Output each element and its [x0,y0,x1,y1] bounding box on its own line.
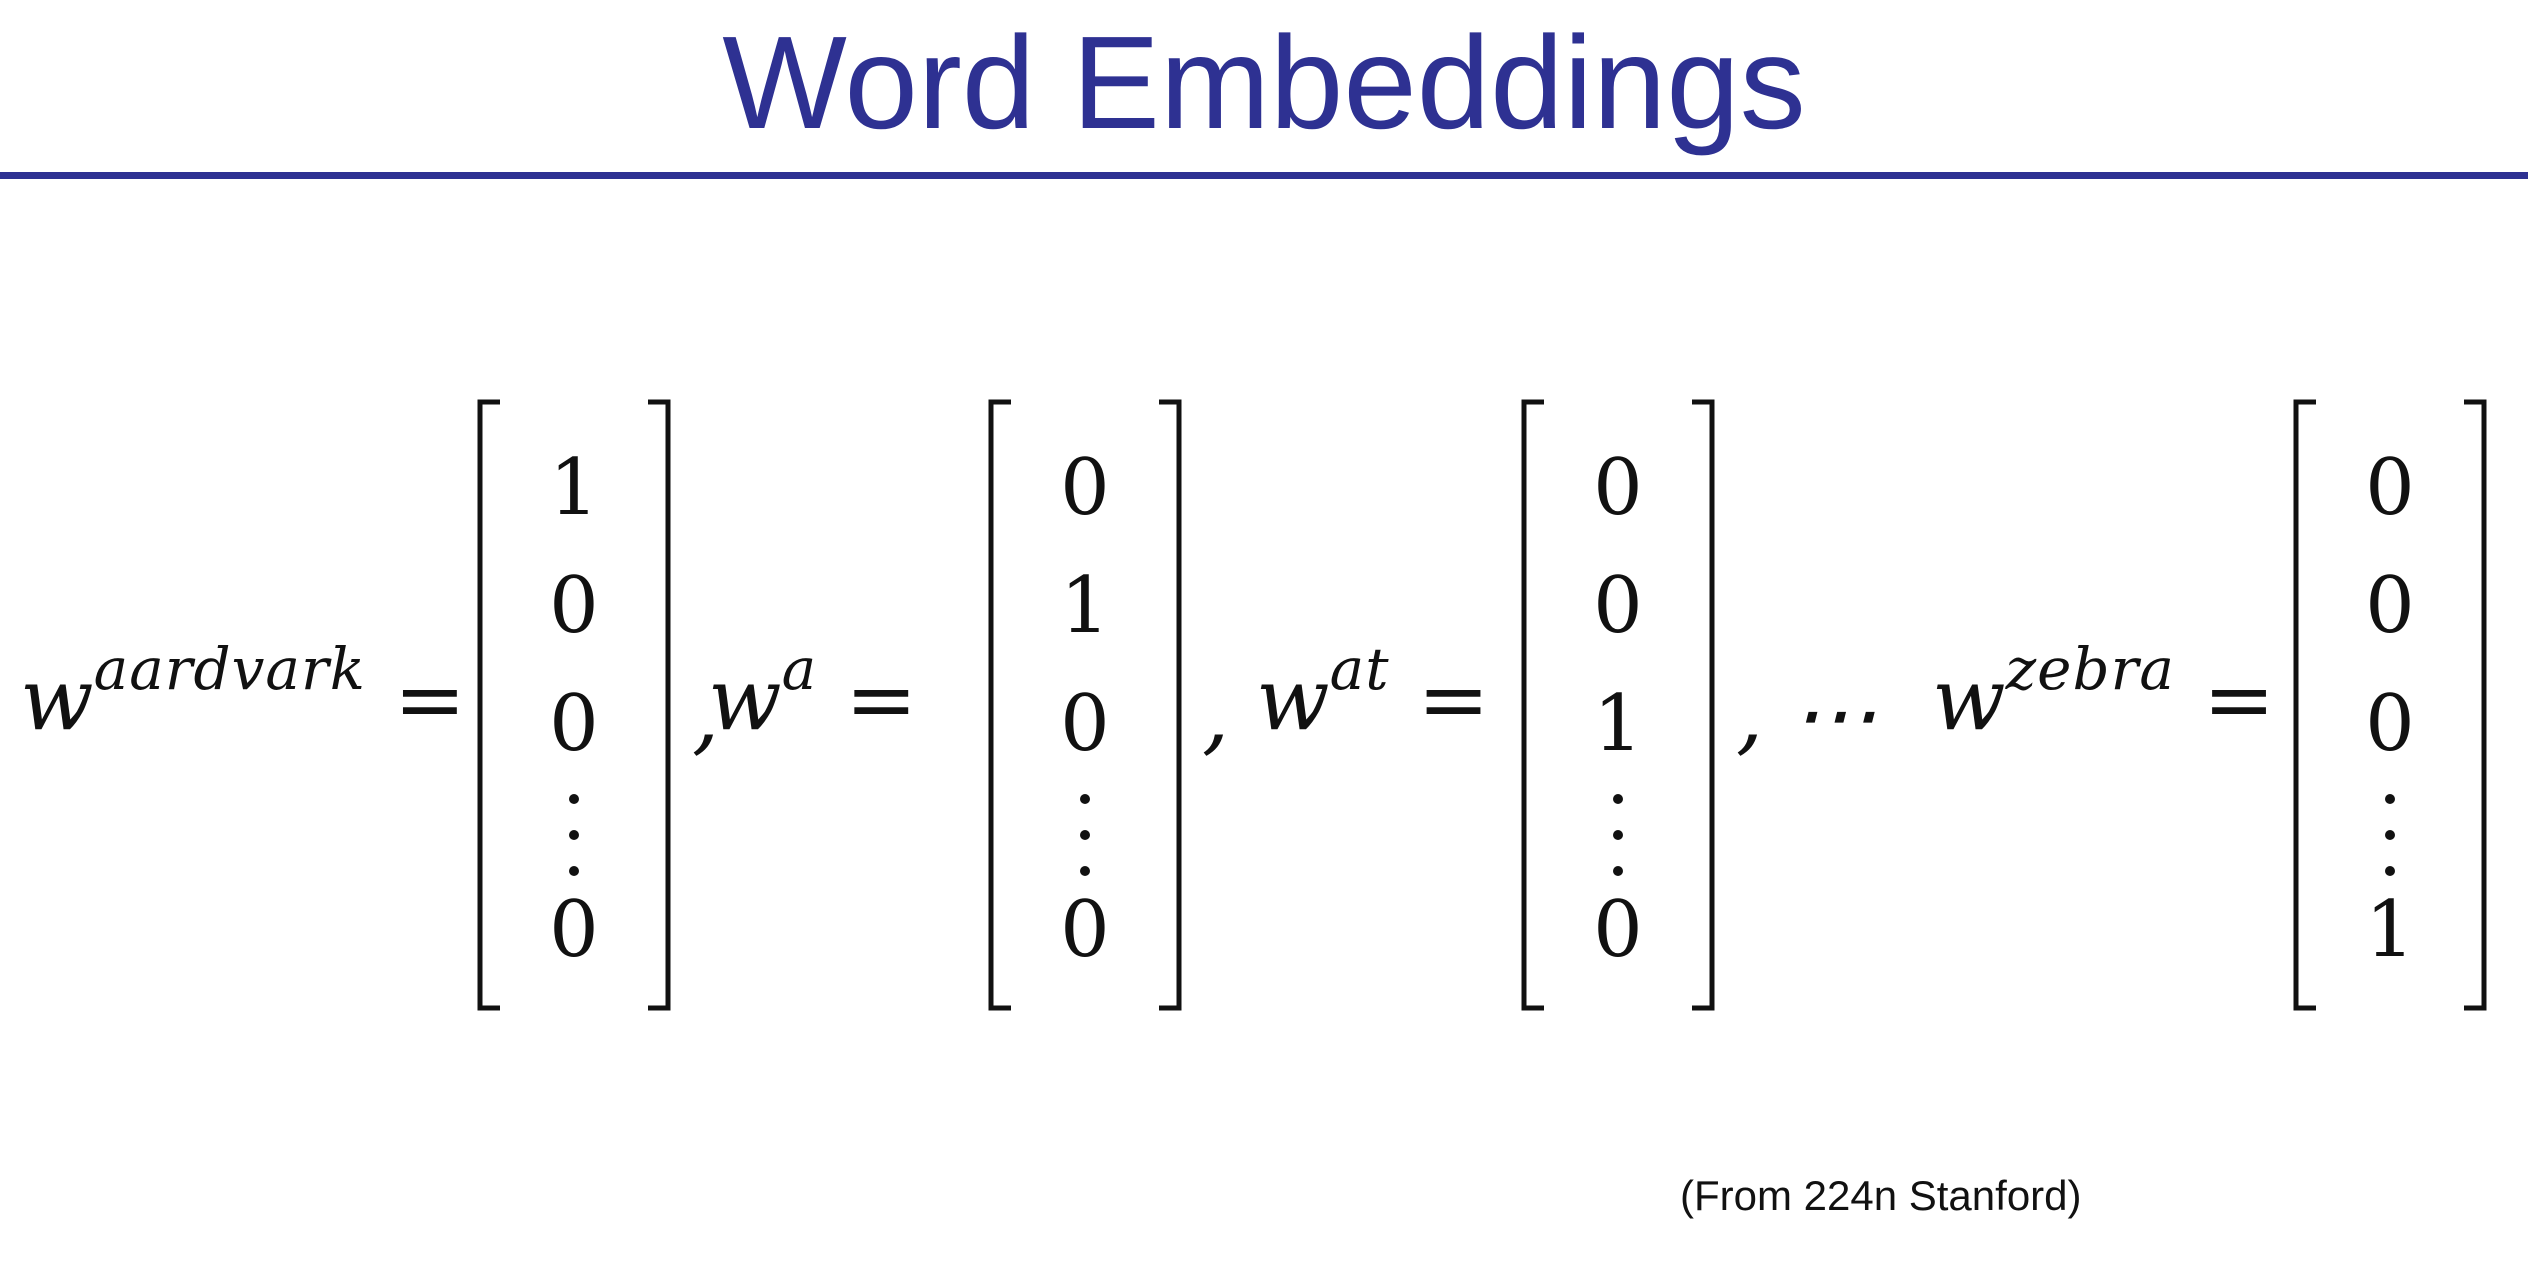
vector-entry: 0 [1060,679,1110,769]
term-superscript: zebra [2005,635,2175,703]
separator-comma: , [1202,665,1230,765]
term-symbol: w [1256,650,1330,750]
vector-entry: 0 [2365,679,2415,769]
vector-entry: 1 [2365,885,2415,975]
vector-entry: 0 [549,679,599,769]
vector-entry: 1 [1593,679,1643,769]
vector-at: 0 0 1 0 [1518,398,1718,1012]
vector-entry: 1 [1060,561,1110,651]
vertical-ellipsis [1075,790,1095,890]
vector-entry: 0 [1060,443,1110,533]
vector-a: 0 1 0 0 [985,398,1185,1012]
term-a: wa = [708,635,918,760]
vector-entry: 0 [1593,443,1643,533]
vector-entry: 0 [1593,885,1643,975]
term-symbol: w [20,650,94,750]
term-at: wat = [1256,635,1490,760]
term-symbol: w [1932,650,2006,750]
equals-sign: = [845,650,918,750]
slide-title: Word Embeddings [722,9,1806,156]
vector-aardvark: 1 0 0 0 [474,398,674,1012]
separator-comma-ellipsis: , ⋯ [1736,665,1877,765]
term-aardvark: waardvark = [20,635,466,760]
equals-sign: = [2202,650,2276,750]
term-symbol: w [708,650,782,750]
term-superscript: a [781,635,818,703]
vector-entry: 1 [549,443,599,533]
equals-sign: = [393,650,466,750]
vector-entry: 0 [2365,443,2415,533]
vector-entry: 0 [549,885,599,975]
vector-entry: 0 [549,561,599,651]
term-zebra: wzebra = [1932,635,2276,760]
source-credit: (From 224n Stanford) [1680,1172,2082,1219]
vertical-ellipsis [564,790,584,890]
vector-entry: 0 [1060,885,1110,975]
vertical-ellipsis [1608,790,1628,890]
term-superscript: aardvark [93,635,366,703]
vector-entry: 0 [1593,561,1643,651]
vector-zebra: 0 0 0 1 [2290,398,2490,1012]
vector-entry: 0 [2365,561,2415,651]
vertical-ellipsis [2380,790,2400,890]
title-rule [0,172,2528,179]
term-superscript: at [1329,635,1390,703]
equals-sign: = [1417,650,1490,750]
